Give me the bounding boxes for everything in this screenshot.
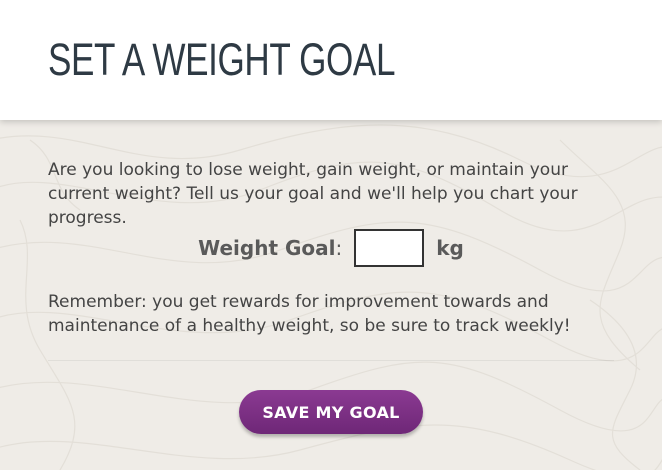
save-goal-button[interactable]: SAVE MY GOAL bbox=[239, 390, 423, 434]
weight-unit-label: kg bbox=[436, 236, 464, 260]
page-header: SET A WEIGHT GOAL bbox=[0, 0, 662, 120]
page-title: SET A WEIGHT GOAL bbox=[48, 34, 396, 85]
weight-goal-row: Weight Goal : kg bbox=[0, 226, 662, 270]
divider bbox=[48, 360, 614, 361]
intro-text: Are you looking to lose weight, gain wei… bbox=[48, 160, 578, 228]
weight-goal-label: Weight Goal bbox=[198, 236, 336, 260]
weight-goal-input[interactable] bbox=[354, 229, 425, 267]
reminder-text: Remember: you get rewards for improvemen… bbox=[48, 292, 571, 336]
goal-form-panel: Are you looking to lose weight, gain wei… bbox=[0, 120, 662, 470]
weight-goal-colon: : bbox=[335, 236, 343, 260]
